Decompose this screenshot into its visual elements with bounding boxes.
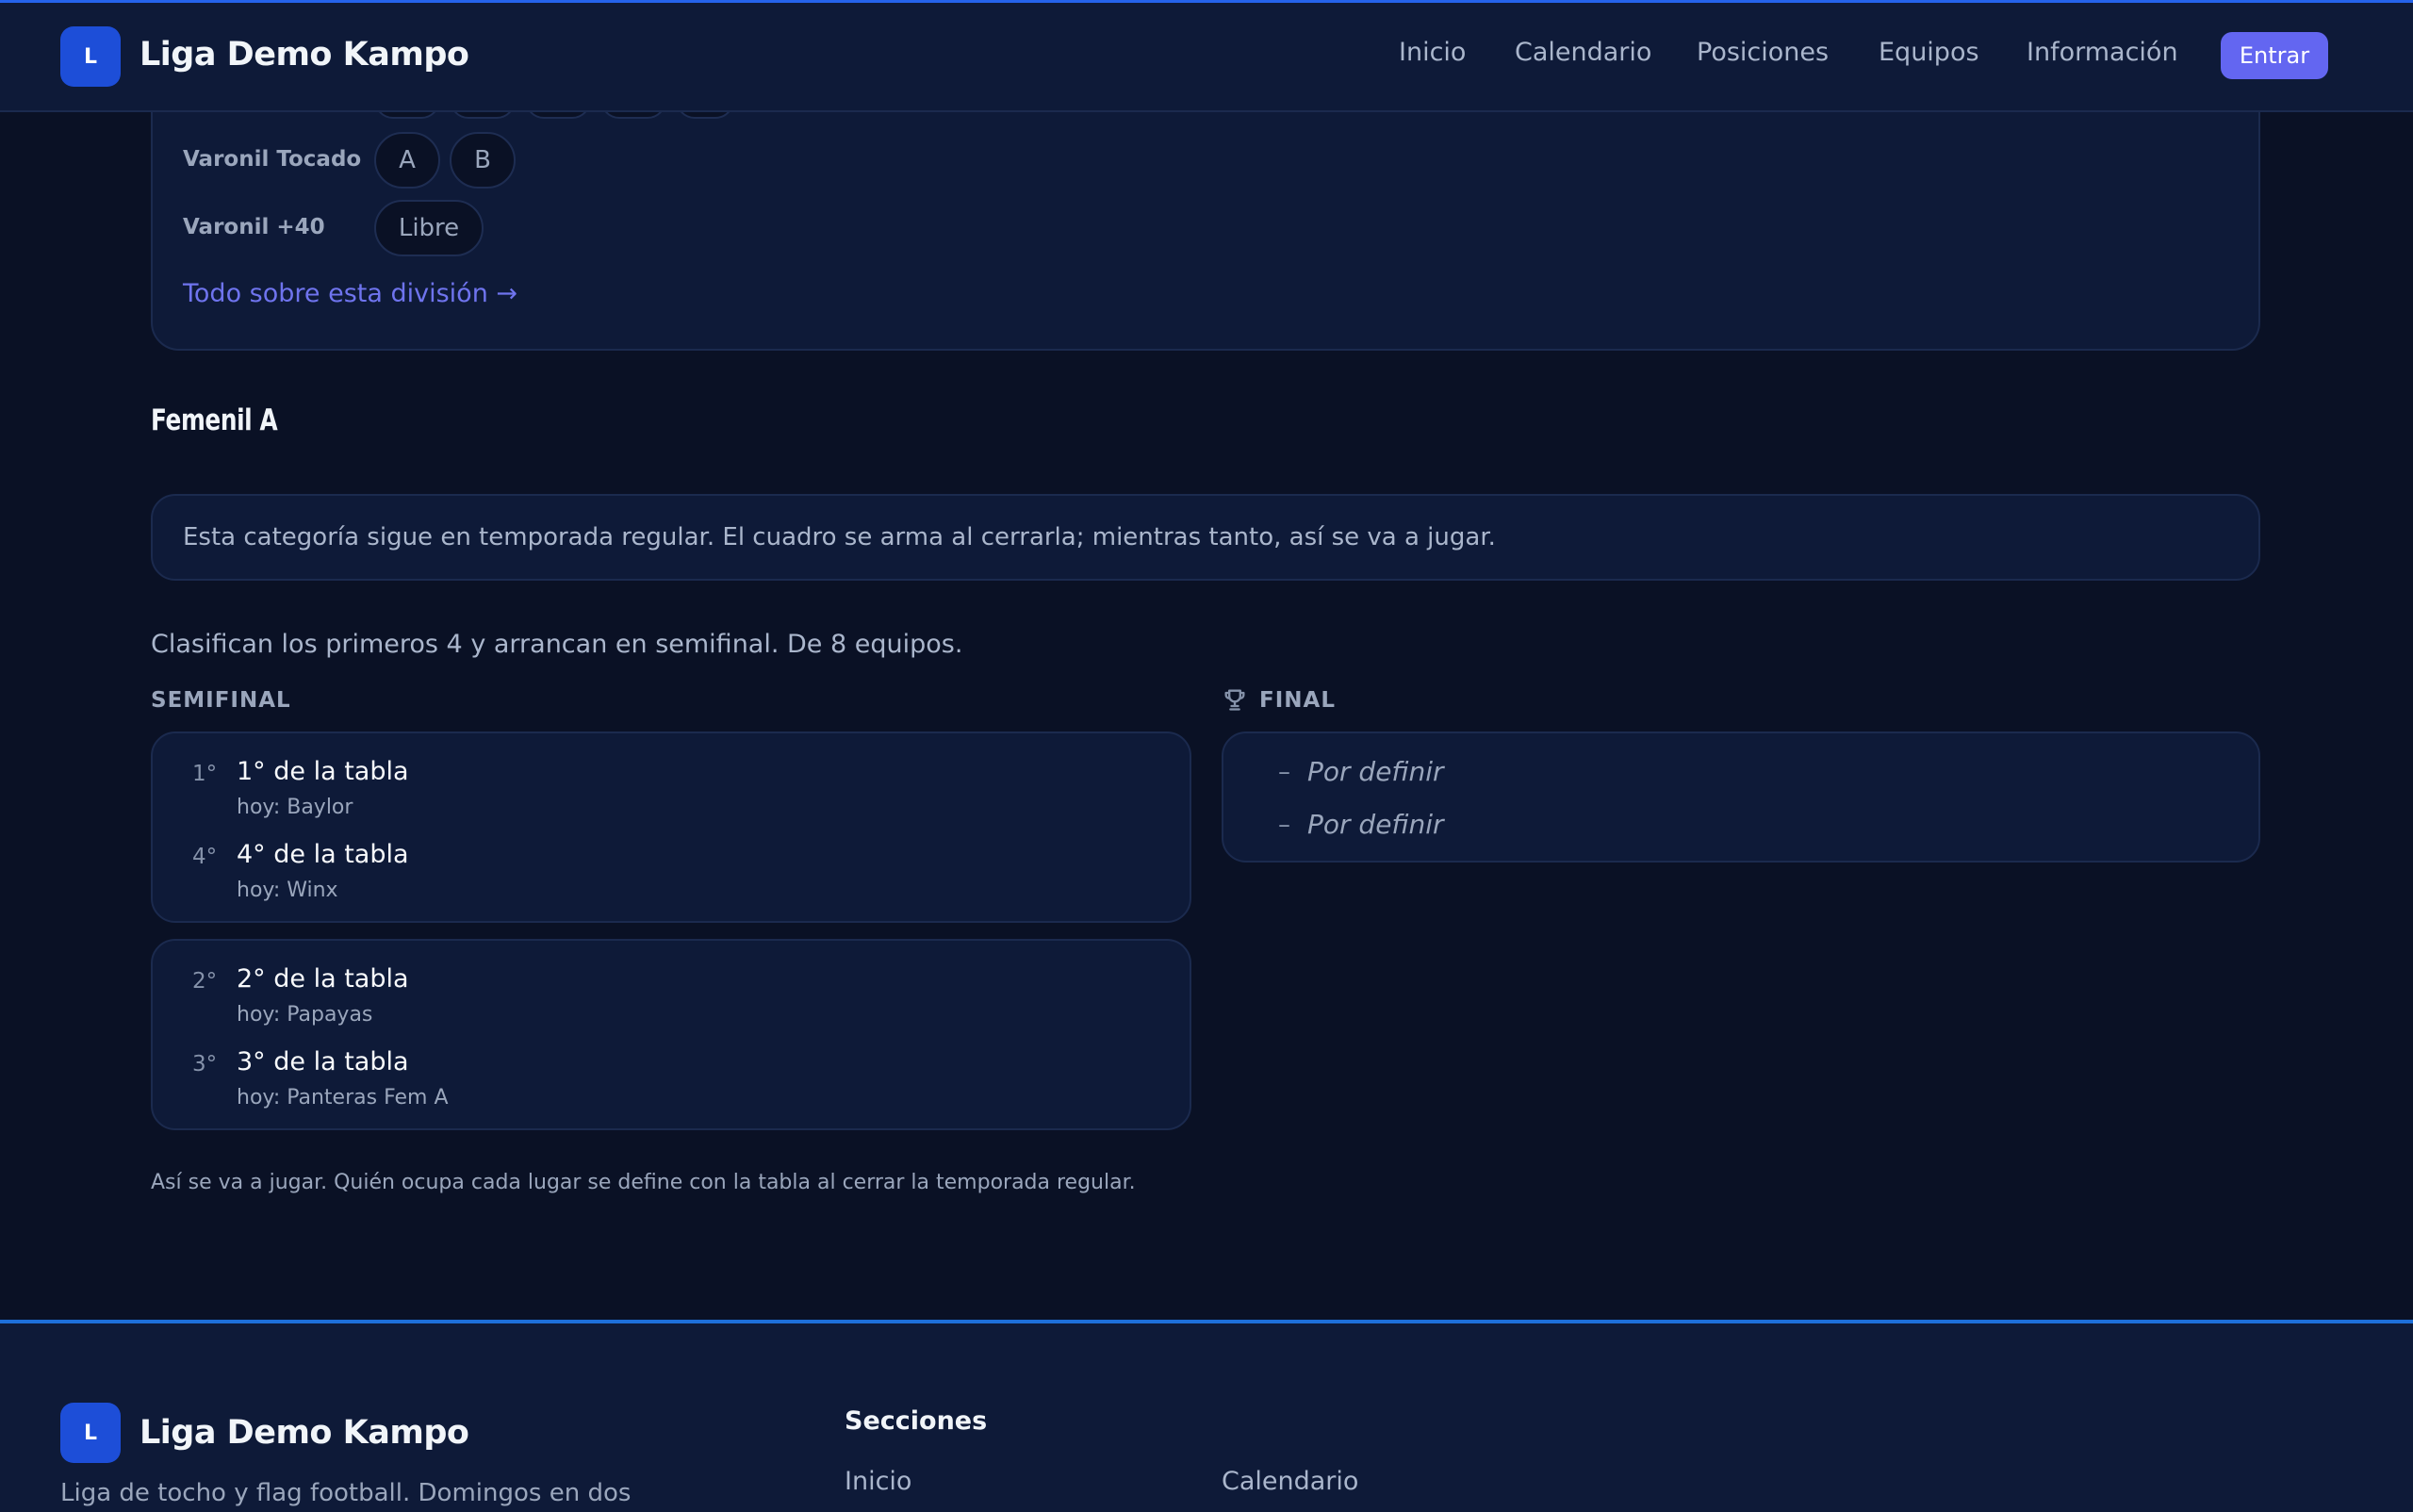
final-slot-dash: –: [1278, 811, 1290, 839]
bracket-footnote: Así se va a jugar. Quién ocupa cada luga…: [151, 1171, 1136, 1194]
seed-current-team: hoy: Baylor: [237, 796, 353, 819]
division-level-b[interactable]: B: [450, 132, 516, 189]
footer-sections-heading: Secciones: [845, 1406, 988, 1436]
seed-title: 3° de la tabla: [237, 1047, 409, 1076]
final-match: – Por definir – Por definir: [1222, 731, 2260, 863]
division-label-varonil-tocado: Varonil Tocado: [183, 147, 362, 172]
division-label-varonil-40: Varonil +40: [183, 215, 325, 239]
seed-title: 2° de la tabla: [237, 964, 409, 994]
nav-link-equipos[interactable]: Equipos: [1879, 38, 1979, 67]
semifinal-label: SEMIFINAL: [151, 688, 291, 713]
nav-link-inicio[interactable]: Inicio: [1399, 38, 1466, 67]
season-notice: Esta categoría sigue en temporada regula…: [151, 494, 2260, 581]
top-navbar: L Liga Demo Kampo Inicio Calendario Posi…: [0, 0, 2413, 112]
seed-current-team: hoy: Winx: [237, 879, 338, 902]
logo-badge[interactable]: L: [60, 26, 121, 87]
seed-current-team: hoy: Papayas: [237, 1003, 373, 1027]
final-slot-tbd: Por definir: [1307, 809, 1444, 840]
nav-link-posiciones[interactable]: Posiciones: [1697, 38, 1829, 67]
seed-number: 2°: [192, 969, 218, 994]
final-slot-dash: –: [1278, 758, 1290, 786]
footer-link-inicio[interactable]: Inicio: [845, 1467, 911, 1496]
seed-title: 4° de la tabla: [237, 840, 409, 869]
top-accent-strip: [0, 0, 2413, 3]
trophy-icon: [1224, 689, 1245, 711]
footer-logo[interactable]: L: [60, 1403, 121, 1463]
playoff-summary: Clasifican los primeros 4 y arrancan en …: [151, 630, 963, 659]
login-button[interactable]: Entrar: [2221, 32, 2328, 79]
division-details-link[interactable]: Todo sobre esta división →: [183, 279, 517, 308]
season-notice-text: Esta categoría sigue en temporada regula…: [183, 523, 1496, 551]
seed-number: 1°: [192, 762, 218, 786]
footer-brand-name[interactable]: Liga Demo Kampo: [140, 1414, 469, 1452]
final-label: FINAL: [1259, 688, 1336, 713]
semifinal-match-2: 2° 2° de la tabla hoy: Papayas 3° 3° de …: [151, 939, 1191, 1130]
semifinal-match-1: 1° 1° de la tabla hoy: Baylor 4° 4° de l…: [151, 731, 1191, 923]
seed-number: 4°: [192, 845, 218, 869]
seed-title: 1° de la tabla: [237, 757, 409, 786]
seed-number: 3°: [192, 1052, 218, 1076]
nav-link-calendario[interactable]: Calendario: [1515, 38, 1651, 67]
brand-name[interactable]: Liga Demo Kampo: [140, 36, 469, 74]
site-footer: L Liga Demo Kampo Liga de tocho y flag f…: [0, 1320, 2413, 1512]
division-level-a[interactable]: A: [374, 132, 440, 189]
seed-current-team: hoy: Panteras Fem A: [237, 1086, 449, 1109]
final-slot-tbd: Por definir: [1307, 756, 1444, 787]
footer-description: Liga de tocho y flag football. Domingos …: [60, 1479, 632, 1507]
nav-link-informacion[interactable]: Información: [2027, 38, 2178, 67]
division-level-libre[interactable]: Libre: [374, 200, 484, 256]
footer-link-calendario[interactable]: Calendario: [1222, 1467, 1358, 1496]
category-title: Femenil A: [151, 403, 278, 437]
